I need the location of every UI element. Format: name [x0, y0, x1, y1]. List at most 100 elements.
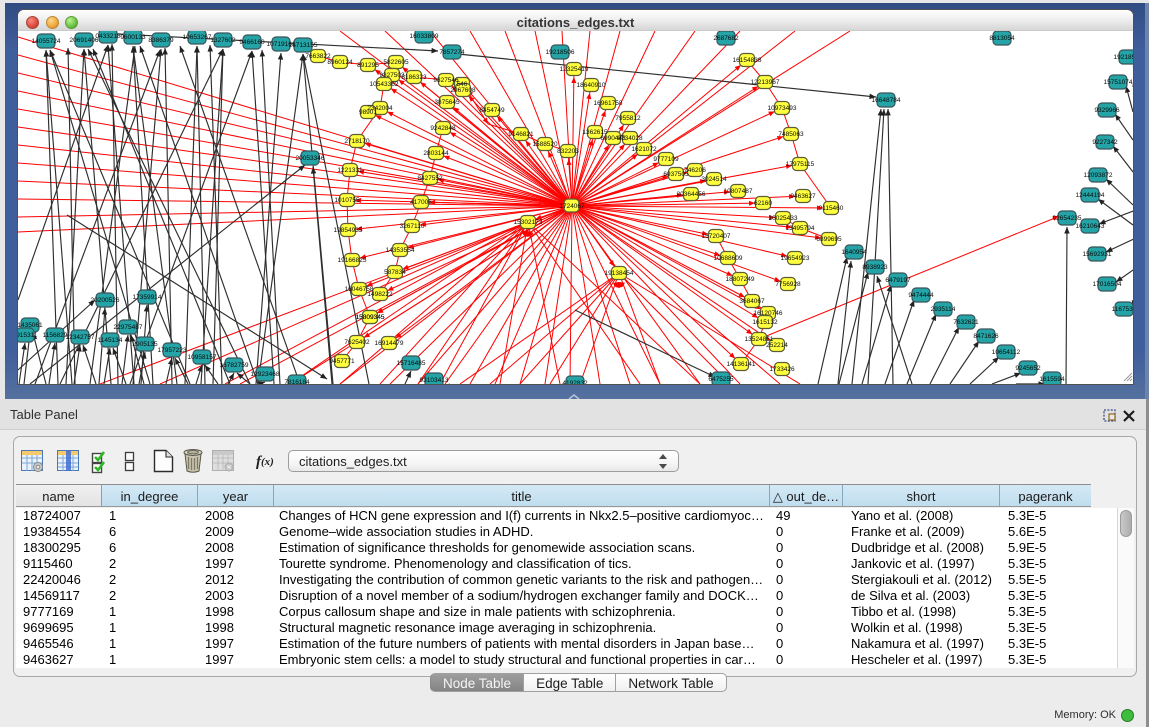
svg-text:19654923: 19654923	[781, 255, 810, 262]
svg-text:4192832: 4192832	[562, 380, 588, 384]
svg-text:3684067: 3684067	[739, 298, 765, 305]
svg-text:15716485: 15716485	[397, 360, 426, 367]
svg-text:10654112: 10654112	[992, 349, 1021, 356]
svg-text:2967608: 2967608	[450, 87, 476, 94]
svg-text:8471626: 8471626	[973, 333, 999, 340]
svg-text:8427552: 8427552	[417, 175, 443, 182]
svg-text:10807487: 10807487	[724, 188, 753, 195]
svg-text:6479197: 6479197	[885, 277, 911, 284]
svg-text:587834: 587834	[384, 269, 406, 276]
svg-text:10688609: 10688609	[714, 255, 743, 262]
svg-text:2803144: 2803144	[423, 150, 449, 157]
svg-text:16120746: 16120746	[754, 310, 783, 317]
svg-text:9329966: 9329966	[1094, 107, 1120, 114]
svg-text:3875645: 3875645	[434, 99, 460, 106]
svg-text:2718170: 2718170	[344, 138, 370, 145]
svg-text:12444194: 12444194	[1076, 192, 1105, 199]
svg-text:8960124: 8960124	[327, 59, 353, 66]
svg-text:98901: 98901	[359, 109, 377, 116]
svg-text:16648784: 16648784	[872, 97, 901, 104]
svg-text:9466160: 9466160	[239, 39, 265, 46]
svg-text:7632621: 7632621	[953, 319, 979, 326]
svg-text:1498222: 1498222	[367, 291, 393, 298]
svg-text:9327546: 9327546	[433, 77, 459, 84]
svg-text:8813054: 8813054	[989, 35, 1015, 42]
svg-text:1010755: 1010755	[334, 197, 360, 204]
svg-text:9146821: 9146821	[508, 131, 534, 138]
svg-text:17975115: 17975115	[786, 161, 815, 168]
svg-text:1167534: 1167534	[1112, 306, 1133, 313]
svg-text:9463627: 9463627	[790, 193, 816, 200]
svg-text:9734028: 9734028	[617, 135, 643, 142]
svg-text:5822605: 5822605	[383, 59, 409, 66]
svg-text:15751074: 15751074	[1104, 79, 1133, 86]
svg-text:9777109: 9777109	[653, 156, 679, 163]
svg-text:9600133: 9600133	[120, 34, 146, 41]
svg-text:1733426: 1733426	[769, 366, 795, 373]
svg-text:13495794: 13495794	[786, 225, 815, 232]
svg-text:9242848: 9242848	[430, 125, 456, 132]
svg-text:14136141: 14136141	[727, 361, 756, 368]
svg-text:16033809: 16033809	[410, 33, 439, 40]
svg-text:7756928: 7756928	[775, 281, 801, 288]
svg-text:2687682: 2687682	[713, 35, 739, 42]
svg-text:7816184: 7816184	[284, 379, 310, 384]
svg-text:12923468: 12923468	[251, 371, 280, 378]
svg-text:02654235: 02654235	[1053, 215, 1082, 222]
svg-text:16782759: 16782759	[220, 362, 249, 369]
svg-text:1588520: 1588520	[532, 141, 558, 148]
svg-text:9227342: 9227342	[1092, 139, 1118, 146]
svg-text:19218506: 19218506	[546, 49, 575, 56]
svg-text:1435061: 1435061	[18, 322, 43, 329]
svg-text:1145134: 1145134	[98, 337, 123, 344]
svg-text:12093872: 12093872	[1084, 172, 1113, 179]
svg-text:16210643: 16210643	[1076, 223, 1105, 230]
svg-text:832203: 832203	[557, 148, 579, 155]
svg-text:19218506: 19218506	[1114, 54, 1133, 61]
svg-text:3915311: 3915311	[18, 332, 38, 339]
svg-text:6475255: 6475255	[708, 376, 734, 383]
svg-text:16961758: 16961758	[594, 100, 623, 107]
svg-text:10543362: 10543362	[370, 81, 399, 88]
svg-text:16154838: 16154838	[733, 57, 762, 64]
svg-text:15692931: 15692931	[1083, 251, 1112, 258]
svg-text:8386379: 8386379	[148, 37, 174, 44]
svg-text:10958157: 10958157	[188, 354, 217, 361]
svg-text:15809345: 15809345	[356, 314, 385, 321]
svg-text:1221331: 1221331	[337, 167, 363, 174]
svg-text:7485063: 7485063	[778, 131, 804, 138]
svg-text:15720407: 15720407	[702, 233, 731, 240]
svg-text:8454749: 8454749	[479, 107, 505, 114]
svg-text:417006: 417006	[410, 199, 432, 206]
svg-text:10973493: 10973493	[768, 105, 797, 112]
svg-text:20364456: 20364456	[677, 191, 706, 198]
svg-text:3024514: 3024514	[701, 176, 727, 183]
svg-text:746206: 746206	[684, 167, 706, 174]
svg-text:7857274: 7857274	[439, 49, 465, 56]
svg-text:1327602: 1327602	[210, 37, 236, 44]
svg-text:9245652: 9245652	[1015, 365, 1041, 372]
svg-text:6899695: 6899695	[816, 236, 842, 243]
svg-text:62160: 62160	[754, 200, 772, 207]
svg-text:12342757: 12342757	[66, 334, 95, 341]
svg-text:14055724: 14055724	[32, 38, 61, 45]
svg-text:7625402: 7625402	[344, 339, 370, 346]
svg-text:22975487: 22975487	[114, 324, 143, 331]
svg-text:1724067: 1724067	[559, 203, 585, 210]
svg-text:9115460: 9115460	[819, 205, 844, 212]
svg-text:20200526: 20200526	[91, 297, 120, 304]
svg-text:15302173: 15302173	[514, 219, 543, 226]
svg-text:20053346: 20053346	[296, 155, 325, 162]
svg-text:18807249: 18807249	[726, 276, 755, 283]
svg-text:10653267: 10653267	[183, 34, 212, 41]
svg-text:891295: 891295	[357, 62, 379, 69]
svg-text:1615132: 1615132	[752, 319, 778, 326]
svg-text:0433218: 0433218	[95, 33, 121, 40]
svg-text:19854935: 19854935	[334, 227, 363, 234]
svg-text:17957223: 17957223	[158, 347, 187, 354]
svg-text:9474444: 9474444	[908, 292, 934, 299]
svg-text:252214: 252214	[766, 342, 788, 349]
svg-text:17359914: 17359914	[133, 294, 162, 301]
svg-text:12325419: 12325419	[560, 66, 589, 73]
svg-text:10025433: 10025433	[769, 215, 798, 222]
